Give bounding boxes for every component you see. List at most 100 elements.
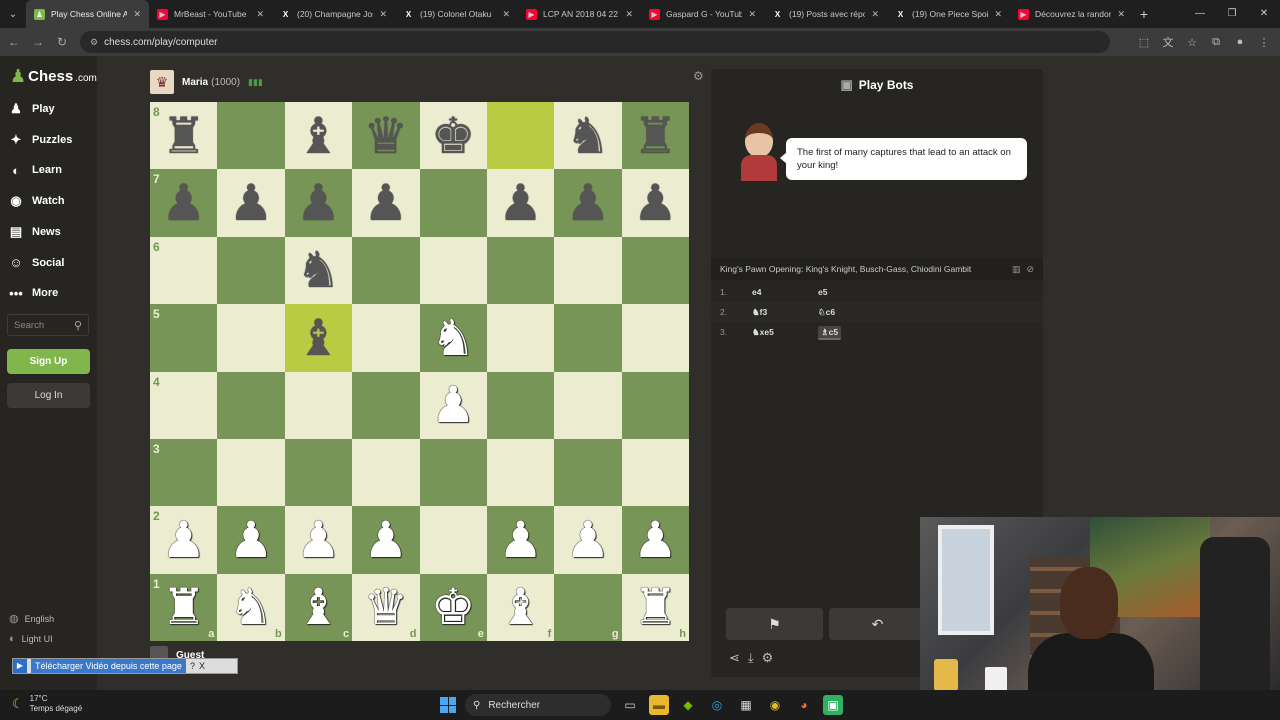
chess-board[interactable]: 8 ♜ ♝ ♛ ♚ ♞ ♜ 7 ♟ ♟ ♟ ♟ ♟ ♟ ♟ 6 ♞ 5 ♝ ♞ 4 ♟ 3 2 ♟ ♟ ♟ ♟ ♟ ♟ ♟ 1 a ♜ b ♞ c ♝ d ♛… [150, 102, 689, 641]
square-d7[interactable]: ♟ [352, 169, 420, 237]
store-icon[interactable]: ▦ [736, 695, 756, 715]
square-a2[interactable]: 2 ♟ [150, 506, 218, 574]
log-in-button[interactable]: Log In [7, 383, 90, 408]
search-icon[interactable]: ⚲ [74, 319, 82, 332]
black-pawn-icon[interactable]: ♟ [363, 178, 408, 228]
square-d3[interactable] [352, 438, 420, 507]
browser-tab[interactable]: X (19) Colonel Otaku ✕ [395, 0, 518, 28]
black-rook-icon[interactable]: ♜ [633, 111, 678, 161]
reload-icon[interactable]: ↻ [50, 35, 74, 49]
black-move[interactable]: e5 [818, 287, 884, 297]
black-knight-icon[interactable]: ♞ [566, 111, 611, 161]
square-f7[interactable]: ♟ [486, 169, 555, 237]
white-queen-icon[interactable]: ♛ [363, 582, 408, 632]
square-h6[interactable] [621, 236, 689, 305]
white-rook-icon[interactable]: ♜ [161, 582, 206, 632]
app-icon[interactable]: ▣ [823, 695, 843, 715]
black-queen-icon[interactable]: ♛ [363, 111, 408, 161]
square-f5[interactable] [486, 304, 555, 372]
language-selector[interactable]: ◍ English [9, 612, 54, 625]
square-g1[interactable]: g [554, 573, 622, 641]
square-g8[interactable]: ♞ [554, 102, 622, 170]
close-tab-icon[interactable]: ✕ [256, 9, 264, 20]
square-d5[interactable] [352, 304, 420, 372]
square-c1[interactable]: c ♝ [284, 573, 353, 641]
square-e4[interactable]: ♟ [419, 371, 487, 439]
file-explorer-icon[interactable]: ▬ [649, 695, 669, 715]
tab-search-icon[interactable]: ⌄ [0, 0, 26, 28]
extensions-icon[interactable]: ⧉ [1208, 36, 1224, 49]
square-b6[interactable] [217, 236, 285, 305]
sidebar-item-learn[interactable]: ◐ Learn [8, 158, 93, 182]
close-tab-icon[interactable]: ✕ [1117, 9, 1125, 20]
square-g2[interactable]: ♟ [554, 506, 622, 574]
square-f3[interactable] [486, 438, 555, 507]
settings-gear-icon[interactable]: ⚙ [762, 650, 774, 666]
square-c5[interactable]: ♝ [284, 304, 353, 372]
white-pawn-icon[interactable]: ♟ [161, 515, 206, 565]
sidebar-item-more[interactable]: ••• More [8, 281, 93, 305]
white-pawn-icon[interactable]: ♟ [633, 515, 678, 565]
white-move[interactable]: ♞xe5 [752, 327, 818, 338]
browser-tab[interactable]: ▶ MrBeast - YouTube ✕ [149, 0, 272, 28]
square-b5[interactable] [217, 304, 285, 372]
white-pawn-icon[interactable]: ♟ [431, 380, 476, 430]
white-bishop-icon[interactable]: ♝ [498, 582, 543, 632]
white-pawn-icon[interactable]: ♟ [296, 515, 341, 565]
black-pawn-icon[interactable]: ♟ [498, 178, 543, 228]
square-d2[interactable]: ♟ [352, 506, 420, 574]
black-pawn-icon[interactable]: ♟ [229, 178, 274, 228]
download-icon[interactable]: ⤓ [748, 650, 754, 666]
white-knight-icon[interactable]: ♞ [229, 582, 274, 632]
white-pawn-icon[interactable]: ♟ [229, 515, 274, 565]
square-f1[interactable]: f ♝ [486, 573, 555, 641]
close-tab-icon[interactable]: ✕ [871, 9, 879, 20]
browser-tab[interactable]: X (20) Champagne Jos ✕ [272, 0, 395, 28]
close-tab-icon[interactable]: ✕ [502, 9, 510, 20]
site-info-icon[interactable]: ⚙ [90, 37, 98, 48]
search-input[interactable]: Search ⚲ [7, 314, 89, 336]
square-c4[interactable] [284, 371, 353, 439]
white-move[interactable]: e4 [752, 287, 818, 297]
back-icon[interactable]: ← [2, 35, 26, 49]
square-g7[interactable]: ♟ [554, 169, 622, 237]
black-pawn-icon[interactable]: ♟ [566, 178, 611, 228]
white-move[interactable]: ♞f3 [752, 307, 818, 318]
square-d1[interactable]: d ♛ [352, 573, 420, 641]
square-c6[interactable]: ♞ [284, 236, 353, 305]
resign-flag-button[interactable]: ⚑ [726, 608, 823, 640]
square-h4[interactable] [621, 371, 689, 439]
minimize-icon[interactable]: — [1184, 0, 1216, 28]
white-king-icon[interactable]: ♚ [431, 582, 476, 632]
sign-up-button[interactable]: Sign Up [7, 349, 90, 374]
help-icon[interactable]: ? [190, 661, 195, 671]
theme-toggle[interactable]: ◐ Light UI [9, 633, 53, 645]
url-field[interactable]: ⚙ chess.com/play/computer [80, 31, 1110, 53]
share-icon[interactable]: ⋖ [729, 650, 740, 666]
browser-menu-icon[interactable]: ⋮ [1256, 36, 1272, 49]
square-h2[interactable]: ♟ [621, 506, 689, 574]
black-pawn-icon[interactable]: ♟ [633, 178, 678, 228]
close-tab-icon[interactable]: ✕ [133, 9, 141, 20]
square-f2[interactable]: ♟ [486, 506, 555, 574]
browser-tab[interactable]: ♟ Play Chess Online Ag ✕ [26, 0, 149, 28]
install-icon[interactable]: ⬚ [1136, 36, 1152, 49]
white-rook-icon[interactable]: ♜ [633, 582, 678, 632]
close-tab-icon[interactable]: ✕ [994, 9, 1002, 20]
top-player-name[interactable]: Maria [182, 77, 208, 88]
square-b7[interactable]: ♟ [217, 169, 285, 237]
black-bishop-icon[interactable]: ♝ [296, 313, 341, 363]
square-b1[interactable]: b ♞ [217, 573, 285, 641]
square-a6[interactable]: 6 [150, 236, 218, 305]
sidebar-item-play[interactable]: ♟ Play [8, 97, 93, 121]
square-b2[interactable]: ♟ [217, 506, 285, 574]
square-b3[interactable] [217, 438, 285, 507]
sidebar-item-news[interactable]: ▤ News [8, 220, 93, 244]
firefox-icon[interactable]: ◕ [794, 695, 814, 715]
white-bishop-icon[interactable]: ♝ [296, 582, 341, 632]
square-d4[interactable] [352, 371, 420, 439]
square-g4[interactable] [554, 371, 622, 439]
browser-tab[interactable]: X (19) One Piece Spoil ✕ [887, 0, 1010, 28]
windows-start-icon[interactable] [440, 697, 456, 713]
square-a5[interactable]: 5 [150, 304, 218, 372]
